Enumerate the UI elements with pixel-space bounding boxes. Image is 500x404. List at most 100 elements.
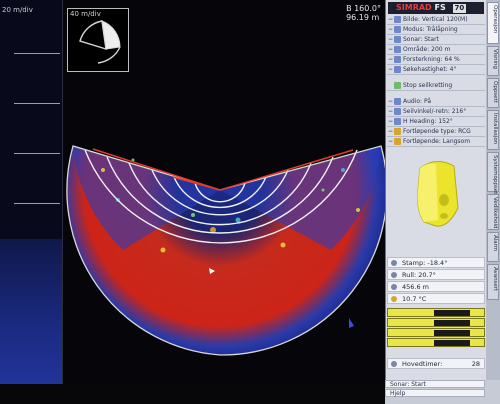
- setting-icon: [394, 16, 401, 23]
- menu-tabs: Operasjon Visning Oppsett Installasjon S…: [486, 0, 500, 392]
- setting-label: Audio: På: [403, 98, 432, 105]
- minus-icon[interactable]: −: [387, 56, 394, 63]
- setting-row[interactable]: − Fortløpende: Langsom: [387, 137, 485, 147]
- tab-setup[interactable]: Oppsett: [487, 78, 499, 108]
- tab-label: Operasjon: [492, 5, 498, 34]
- bottom-bar: Sonar: Start Hjelp: [385, 380, 500, 404]
- tab-advanced[interactable]: Avansert: [487, 264, 499, 300]
- setting-icon: [394, 26, 401, 33]
- setting-label: Forsterkning: 64 %: [403, 56, 460, 63]
- tab-alarm[interactable]: Alarm: [487, 232, 499, 262]
- depth-value: 456.6 m: [402, 282, 430, 291]
- setting-row[interactable]: − Modus: Trålåpning: [387, 25, 485, 35]
- pitch-icon: [391, 260, 397, 266]
- tab-label: Systemoppsett: [492, 155, 498, 197]
- timer-value: 28: [471, 359, 480, 368]
- setting-row[interactable]: − Seilvinkel/-retn: 216°: [387, 107, 485, 117]
- setting-icon: [394, 46, 401, 53]
- echo-history-strip: 20 m/div: [0, 0, 63, 384]
- depth-readout: 456.6 m: [387, 281, 485, 292]
- minus-icon[interactable]: −: [387, 98, 394, 105]
- control-panel: SIMRAD FS 70 − Bilde: Vertical 120(M) − Mo…: [385, 0, 486, 392]
- setting-label: Søkehastighet: 4°: [403, 66, 457, 73]
- strip-scale-label: 20 m/div: [2, 6, 33, 14]
- temperature-readout: 10.7 °C: [387, 293, 485, 304]
- minus-icon[interactable]: −: [387, 118, 394, 125]
- setting-label: Område: 200 m: [403, 46, 451, 53]
- depth-tick: [14, 153, 60, 154]
- setting-row[interactable]: − Søkehastighet: 4°: [387, 65, 485, 75]
- brand-logo: SIMRAD FS 70: [388, 2, 484, 14]
- sensor-gauge: [387, 318, 485, 327]
- tab-label: Vedlikehold: [492, 197, 498, 229]
- tab-system-setup[interactable]: Systemoppsett: [487, 152, 499, 196]
- vessel-marker-icon: [349, 318, 354, 328]
- setting-icon: [394, 118, 401, 125]
- roll-value: Rull: 20.7°: [402, 270, 436, 279]
- minus-icon[interactable]: −: [387, 138, 394, 145]
- timer-label: Hovedtimer:: [402, 359, 443, 368]
- tab-installation[interactable]: Installasjon: [487, 110, 499, 150]
- setting-icon: [394, 98, 401, 105]
- minus-icon[interactable]: −: [387, 26, 394, 33]
- tab-maintenance[interactable]: Vedlikehold: [487, 194, 499, 230]
- sensor-gauge: [387, 308, 485, 317]
- setting-label: Bilde: Vertical 120(M): [403, 16, 468, 23]
- roll-icon: [391, 272, 397, 278]
- brand-name: SIMRAD: [396, 3, 432, 12]
- minus-icon[interactable]: −: [387, 128, 394, 135]
- setting-icon: [394, 56, 401, 63]
- setting-label: Fortløpende: Langsom: [403, 138, 471, 145]
- setting-row[interactable]: − Bilde: Vertical 120(M): [387, 15, 485, 25]
- tab-operation[interactable]: Operasjon: [487, 2, 499, 44]
- tab-label: Avansert: [492, 267, 498, 292]
- main-timer: Hovedtimer: 28: [387, 358, 485, 369]
- tab-label: Installasjon: [492, 113, 498, 145]
- setting-row[interactable]: − Audio: På: [387, 97, 485, 107]
- roll-readout: Rull: 20.7°: [387, 269, 485, 280]
- minus-icon[interactable]: −: [387, 46, 394, 53]
- brand-model-badge: 70: [452, 4, 467, 13]
- help-button[interactable]: Hjelp: [385, 389, 485, 397]
- minus-icon[interactable]: −: [387, 16, 394, 23]
- depth-icon: [391, 284, 397, 290]
- depth-tick: [14, 53, 60, 54]
- sensor-gauge: [387, 338, 485, 347]
- setting-row[interactable]: − Område: 200 m: [387, 45, 485, 55]
- tab-label: Alarm: [492, 235, 498, 252]
- setting-icon: [394, 66, 401, 73]
- sonar-start-button[interactable]: Sonar: Start: [385, 380, 485, 388]
- minus-icon[interactable]: −: [387, 108, 394, 115]
- setting-label: H Heading: 152°: [403, 118, 453, 125]
- setting-label: Seilvinkel/-retn: 216°: [403, 108, 467, 115]
- setting-label: Sonar: Start: [403, 36, 439, 43]
- setting-icon: [394, 128, 401, 135]
- pitch-readout: Stamp: -18.4°: [387, 257, 485, 268]
- sensor-gauge: [387, 328, 485, 337]
- temperature-value: 10.7 °C: [402, 294, 427, 303]
- seabed-echo: [0, 239, 62, 384]
- settings-list: − Bilde: Vertical 120(M) − Modus: Trålåpni…: [387, 15, 485, 147]
- depth-tick: [14, 103, 60, 104]
- setting-label: Modus: Trålåpning: [403, 26, 458, 33]
- setting-icon: [394, 138, 401, 145]
- brand-model: FS: [434, 3, 446, 12]
- timer-icon: [391, 361, 397, 367]
- setting-label: Fortløpende type: RCG: [403, 128, 471, 135]
- setting-row[interactable]: − H Heading: 152°: [387, 117, 485, 127]
- depth-tick: [14, 203, 60, 204]
- setting-row[interactable]: Stop seilkretting: [387, 81, 485, 91]
- sonar-fan: [66, 145, 385, 356]
- setting-icon: [394, 36, 401, 43]
- tab-label: Visning: [492, 49, 498, 70]
- sonar-screen: 20 m/div 40 m/div B 160.0° 96.19 m SIMRA…: [0, 0, 500, 404]
- sonar-view[interactable]: 40 m/div B 160.0° 96.19 m: [63, 0, 385, 384]
- tab-label: Oppsett: [492, 81, 498, 103]
- setting-row[interactable]: − Sonar: Start: [387, 35, 485, 45]
- minus-icon[interactable]: −: [387, 36, 394, 43]
- minus-icon[interactable]: −: [387, 66, 394, 73]
- setting-icon: [394, 108, 401, 115]
- setting-row[interactable]: − Forsterkning: 64 %: [387, 55, 485, 65]
- setting-row[interactable]: − Fortløpende type: RCG: [387, 127, 485, 137]
- tab-display[interactable]: Visning: [487, 46, 499, 76]
